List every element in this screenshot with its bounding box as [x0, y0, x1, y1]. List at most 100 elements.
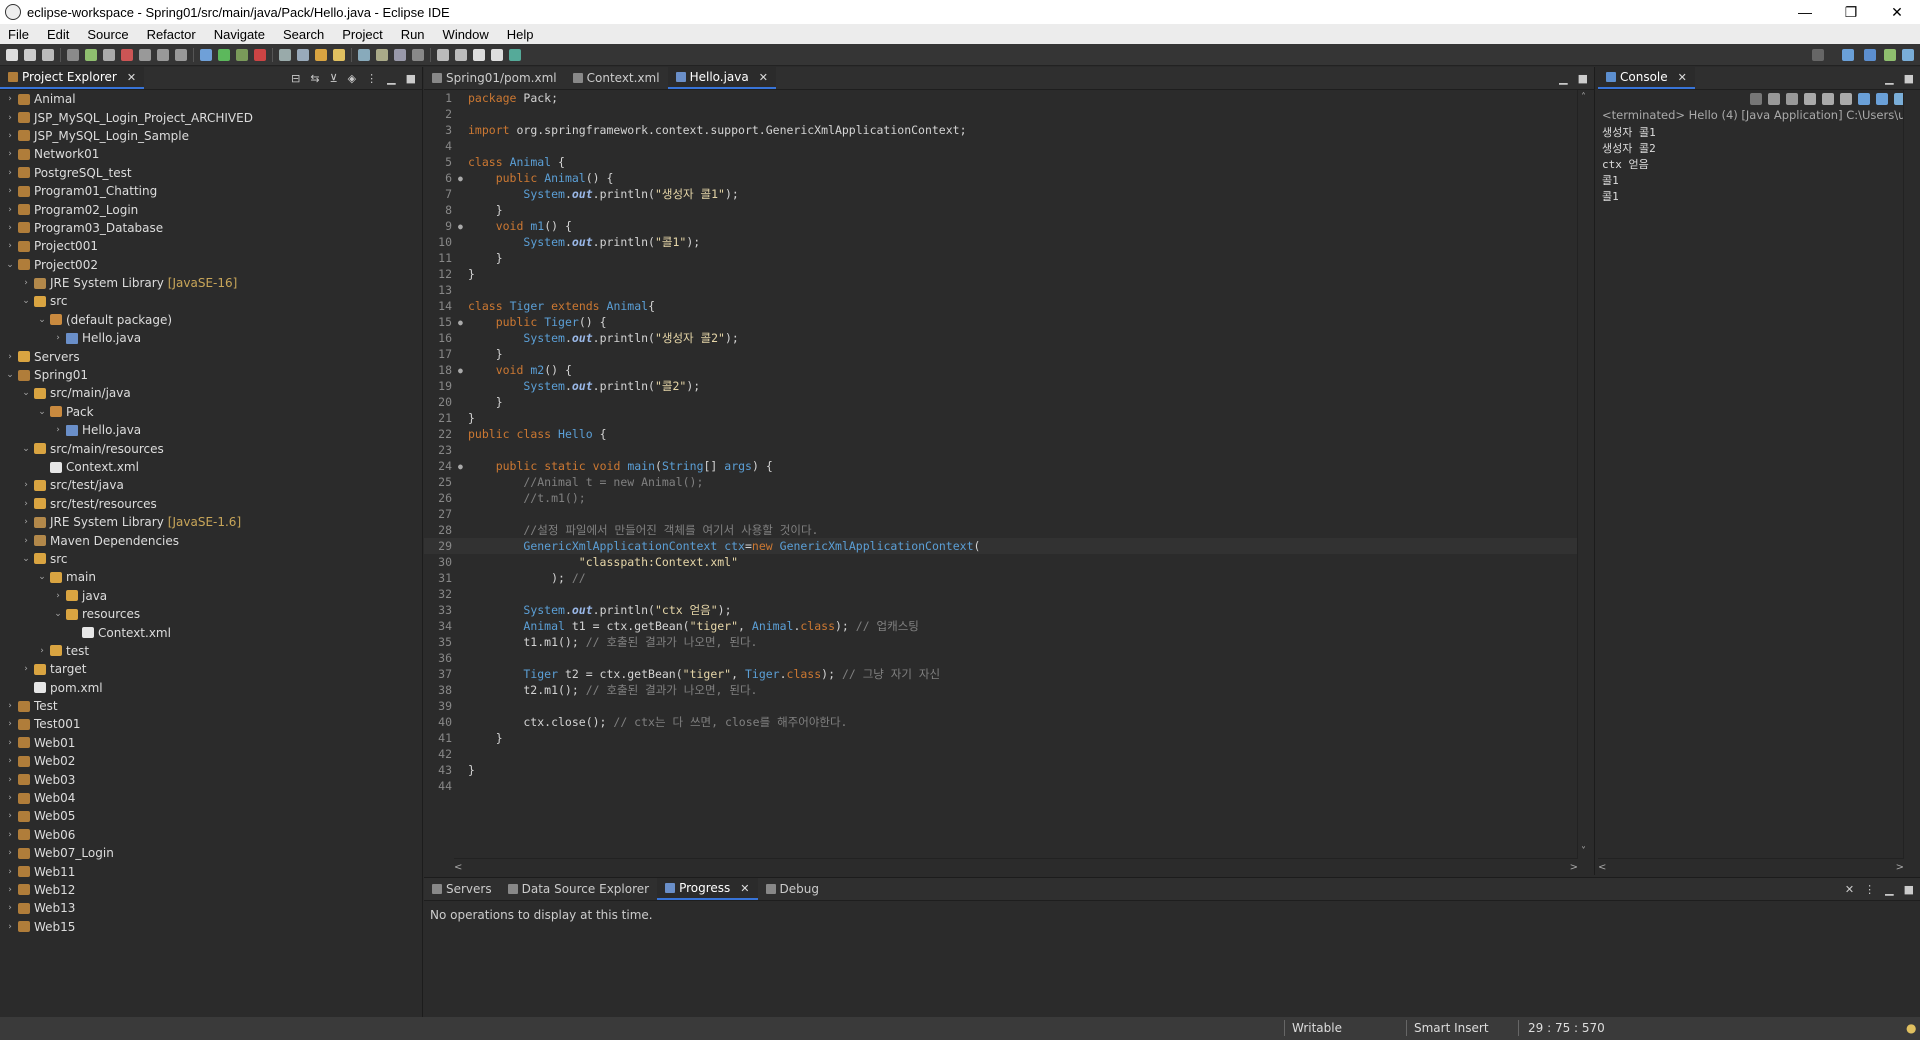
code-line[interactable]: 22 public class Hello {	[424, 426, 1578, 442]
tab-project-explorer[interactable]: Project Explorer ✕	[0, 67, 145, 89]
code-line[interactable]: 15 ● public Tiger() {	[424, 314, 1578, 330]
code-line[interactable]: 7 System. out .println("생성자 콜1");	[424, 186, 1578, 202]
code-line[interactable]: 31 ); //	[424, 570, 1578, 586]
fold-marker-icon[interactable]: ●	[458, 366, 468, 375]
tab-editor-2[interactable]: Hello.java ✕	[667, 67, 776, 89]
code-line[interactable]: 2	[424, 106, 1578, 122]
tab-bottom-0[interactable]: Servers	[424, 878, 500, 900]
run-icon[interactable]	[218, 48, 230, 61]
tab-bottom-3[interactable]: Debug	[758, 878, 827, 900]
tree-item[interactable]: › Web11	[0, 862, 422, 880]
chevron-down-icon[interactable]: ⌄	[20, 296, 32, 306]
code-line[interactable]: 11 }	[424, 250, 1578, 266]
chevron-right-icon[interactable]: ›	[4, 885, 16, 895]
code-line[interactable]: 25 //Animal t = new Animal();	[424, 474, 1578, 490]
code-line[interactable]: 43}	[424, 762, 1578, 778]
remove-launch-icon[interactable]	[1768, 93, 1780, 105]
remove-finished-icon[interactable]: ✕	[1845, 883, 1854, 896]
code-line[interactable]: 37 Tiger t2 = ctx.getBean("tiger", Tiger…	[424, 666, 1578, 682]
tree-item[interactable]: › test	[0, 642, 422, 660]
minimize-editor-icon[interactable]: ▁	[1559, 72, 1567, 85]
view-menu-icon[interactable]: ⋮	[366, 72, 377, 85]
chevron-right-icon[interactable]: ›	[4, 793, 16, 803]
menu-source[interactable]: Source	[79, 27, 138, 42]
tree-item[interactable]: › JSP_MySQL_Login_Sample	[0, 127, 422, 145]
code-line[interactable]: 9 ● void m1() {	[424, 218, 1578, 234]
tree-item[interactable]: › Web07_Login	[0, 844, 422, 862]
maximize-button[interactable]: ❐	[1828, 0, 1874, 24]
chevron-right-icon[interactable]: ›	[20, 536, 32, 546]
resume-icon[interactable]	[85, 48, 97, 61]
tree-item[interactable]: › Web01	[0, 734, 422, 752]
maximize-view-icon[interactable]: ■	[1904, 72, 1914, 85]
scroll-right-icon[interactable]: >	[1570, 862, 1578, 873]
tree-item[interactable]: › Network01	[0, 145, 422, 163]
close-window-button[interactable]: ✕	[1874, 0, 1920, 24]
tree-item[interactable]: › Web02	[0, 752, 422, 770]
close-icon[interactable]: ✕	[1678, 71, 1687, 84]
chevron-right-icon[interactable]: ›	[20, 480, 32, 490]
tree-item[interactable]: › Web15	[0, 918, 422, 936]
chevron-right-icon[interactable]: ›	[4, 168, 16, 178]
maximize-view-icon[interactable]: ■	[1904, 883, 1914, 896]
menu-run[interactable]: Run	[393, 27, 435, 42]
tree-item[interactable]: › Test001	[0, 715, 422, 733]
step-into-icon[interactable]	[139, 48, 151, 61]
new-icon[interactable]	[6, 48, 18, 61]
search-toolbar-icon[interactable]	[333, 48, 345, 61]
tree-item[interactable]: › target	[0, 660, 422, 678]
tree-item[interactable]: › Web06	[0, 826, 422, 844]
chevron-right-icon[interactable]: ›	[4, 903, 16, 913]
toggle-breadcrumb-icon[interactable]	[376, 48, 388, 61]
code-line[interactable]: 19 System. out .println("콜2");	[424, 378, 1578, 394]
menu-help[interactable]: Help	[499, 27, 544, 42]
tree-item[interactable]: ⌄ resources	[0, 605, 422, 623]
close-icon[interactable]: ✕	[759, 71, 768, 84]
menu-navigate[interactable]: Navigate	[206, 27, 275, 42]
next-annotation-icon[interactable]	[437, 48, 449, 61]
code-line[interactable]: 40 ctx.close(); // ctx는 다 쓰면, close를 해주어…	[424, 714, 1578, 730]
fold-marker-icon[interactable]: ●	[458, 174, 468, 183]
chevron-right-icon[interactable]: ›	[20, 499, 32, 509]
block-selection-icon[interactable]	[394, 48, 406, 61]
code-line[interactable]: 42	[424, 746, 1578, 762]
code-line[interactable]: 28 //설정 파일에서 만들어진 객체를 여기서 사용할 것이다.	[424, 522, 1578, 538]
chevron-right-icon[interactable]: ›	[4, 186, 16, 196]
minimize-view-icon[interactable]: ▁	[1885, 883, 1893, 896]
scroll-left-icon[interactable]: <	[454, 862, 462, 873]
tree-item[interactable]: › PostgreSQL_test	[0, 164, 422, 182]
chevron-right-icon[interactable]: ›	[4, 223, 16, 233]
code-line[interactable]: 17 }	[424, 346, 1578, 362]
clear-console-icon[interactable]	[1804, 93, 1816, 105]
minimize-view-icon[interactable]: ▁	[387, 72, 395, 85]
terminate-icon[interactable]	[121, 48, 133, 61]
status-insert-mode[interactable]: Smart Insert	[1414, 1021, 1489, 1035]
code-line[interactable]: 41 }	[424, 730, 1578, 746]
focus-icon[interactable]: ◈	[348, 72, 356, 85]
new-java-project-icon[interactable]	[279, 48, 291, 61]
chevron-right-icon[interactable]: ›	[4, 775, 16, 785]
tree-item[interactable]: › Program01_Chatting	[0, 182, 422, 200]
java-perspective-icon[interactable]	[1902, 48, 1914, 61]
chevron-right-icon[interactable]: ›	[4, 113, 16, 123]
chevron-right-icon[interactable]: ›	[4, 922, 16, 932]
menu-file[interactable]: File	[0, 27, 39, 42]
tree-item[interactable]: › java	[0, 587, 422, 605]
tree-item[interactable]: › src/test/resources	[0, 495, 422, 513]
debug-icon[interactable]	[200, 48, 212, 61]
java-ee-perspective-icon[interactable]	[1864, 48, 1876, 61]
tree-item[interactable]: ⌄ src/main/resources	[0, 439, 422, 457]
chevron-right-icon[interactable]: ›	[4, 205, 16, 215]
tab-bottom-2[interactable]: Progress ✕	[657, 878, 758, 900]
tree-item[interactable]: › Hello.java	[0, 329, 422, 347]
tree-item[interactable]: › Servers	[0, 347, 422, 365]
scroll-right-icon[interactable]: >	[1896, 862, 1904, 873]
tree-item[interactable]: Context.xml	[0, 623, 422, 641]
chevron-right-icon[interactable]: ›	[52, 425, 64, 435]
code-line[interactable]: 26 //t.m1();	[424, 490, 1578, 506]
chevron-right-icon[interactable]: ›	[4, 738, 16, 748]
code-line[interactable]: 13	[424, 282, 1578, 298]
chevron-right-icon[interactable]: ›	[4, 811, 16, 821]
close-icon[interactable]: ✕	[127, 71, 136, 84]
tree-item[interactable]: › Web13	[0, 899, 422, 917]
